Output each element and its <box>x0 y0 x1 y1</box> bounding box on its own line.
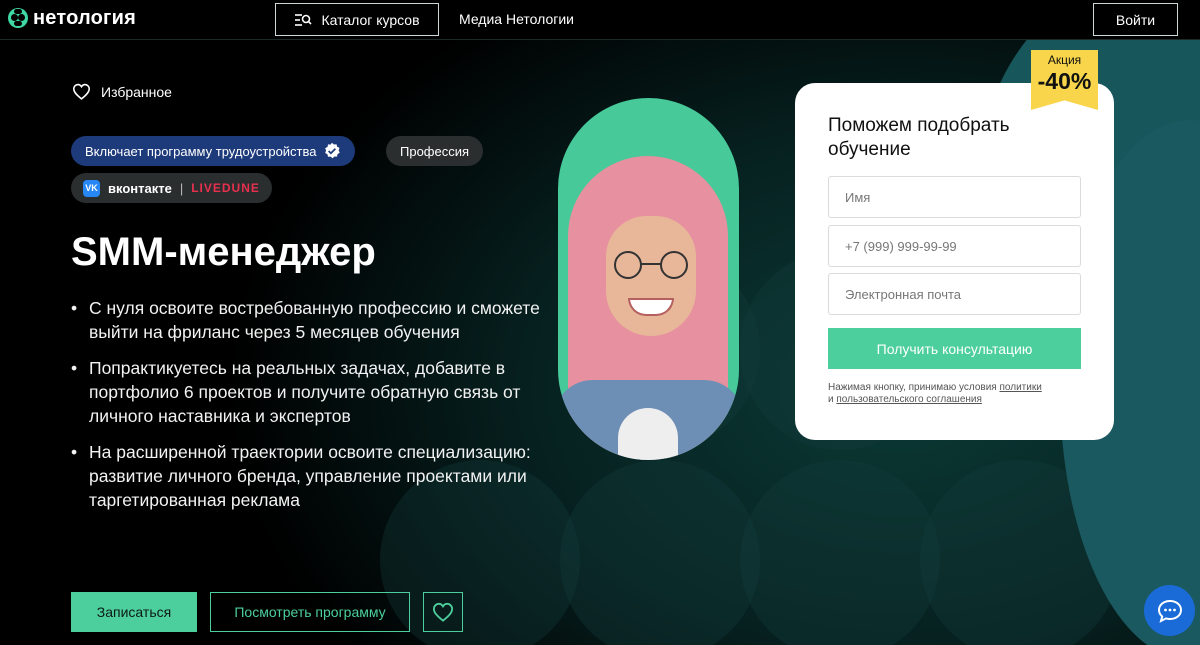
email-field[interactable]: Электронная почта <box>828 273 1081 315</box>
logo-text: нетология <box>33 7 136 29</box>
promo-discount: -40% <box>1037 68 1092 94</box>
employment-badge-label: Включает программу трудоустройства <box>85 143 317 159</box>
chat-button[interactable] <box>1144 585 1195 636</box>
terms-prefix: Нажимая кнопку, принимаю условия <box>828 382 1000 393</box>
phone-field[interactable]: +7 (999) 999-99-99 <box>828 225 1081 267</box>
favorites-link[interactable]: Избранное <box>72 83 172 100</box>
catalog-button[interactable]: Каталог курсов <box>275 3 439 36</box>
favorites-label: Избранное <box>101 83 172 100</box>
page-title: SMM-менеджер <box>71 230 376 274</box>
catalog-search-icon <box>295 13 313 26</box>
privacy-policy-link[interactable]: политики <box>999 382 1041 393</box>
partners-badge: VK вконтакте | LIVEDUNE <box>71 173 272 203</box>
benefits-list: С нуля освоите востребованную профессию … <box>71 296 541 524</box>
media-link[interactable]: Медиа Нетологии <box>459 11 574 27</box>
list-item: На расширенной траектории освоите специа… <box>71 440 541 512</box>
consultation-form: Поможем подобрать обучение Имя +7 (999) … <box>795 83 1114 440</box>
login-button[interactable]: Войти <box>1093 3 1178 36</box>
add-favorite-button[interactable] <box>423 592 463 632</box>
hero-photo <box>558 98 739 460</box>
heart-outline-icon <box>432 602 454 622</box>
list-item: С нуля освоите востребованную профессию … <box>71 296 541 344</box>
terms-text: Нажимая кнопку, принимаю условия политик… <box>828 382 1081 406</box>
heart-icon <box>72 83 91 100</box>
chat-icon <box>1157 599 1182 623</box>
view-program-button[interactable]: Посмотреть программу <box>210 592 410 632</box>
catalog-label: Каталог курсов <box>321 11 420 28</box>
get-consultation-button[interactable]: Получить консультацию <box>828 328 1081 369</box>
logo-icon <box>8 8 28 28</box>
verified-icon <box>324 142 340 159</box>
promo-label: Акция <box>1047 53 1082 67</box>
profession-badge: Профессия <box>386 136 484 166</box>
logo[interactable]: нетология <box>8 8 136 28</box>
name-field[interactable]: Имя <box>828 176 1081 218</box>
list-item: Попрактикуетесь на реальных задачах, доб… <box>71 356 541 428</box>
employment-badge: Включает программу трудоустройства <box>71 136 355 166</box>
partner-livedune: LIVEDUNE <box>191 181 260 195</box>
partner-vk: вконтакте <box>108 180 172 196</box>
user-agreement-link[interactable]: пользовательского соглашения <box>836 394 982 405</box>
partner-separator: | <box>179 180 184 196</box>
form-title: Поможем подобрать обучение <box>828 115 1010 160</box>
top-header: нетология Каталог курсов Медиа Нетологии… <box>0 0 1200 40</box>
enroll-button[interactable]: Записаться <box>71 592 197 632</box>
vk-icon: VK <box>83 179 100 197</box>
